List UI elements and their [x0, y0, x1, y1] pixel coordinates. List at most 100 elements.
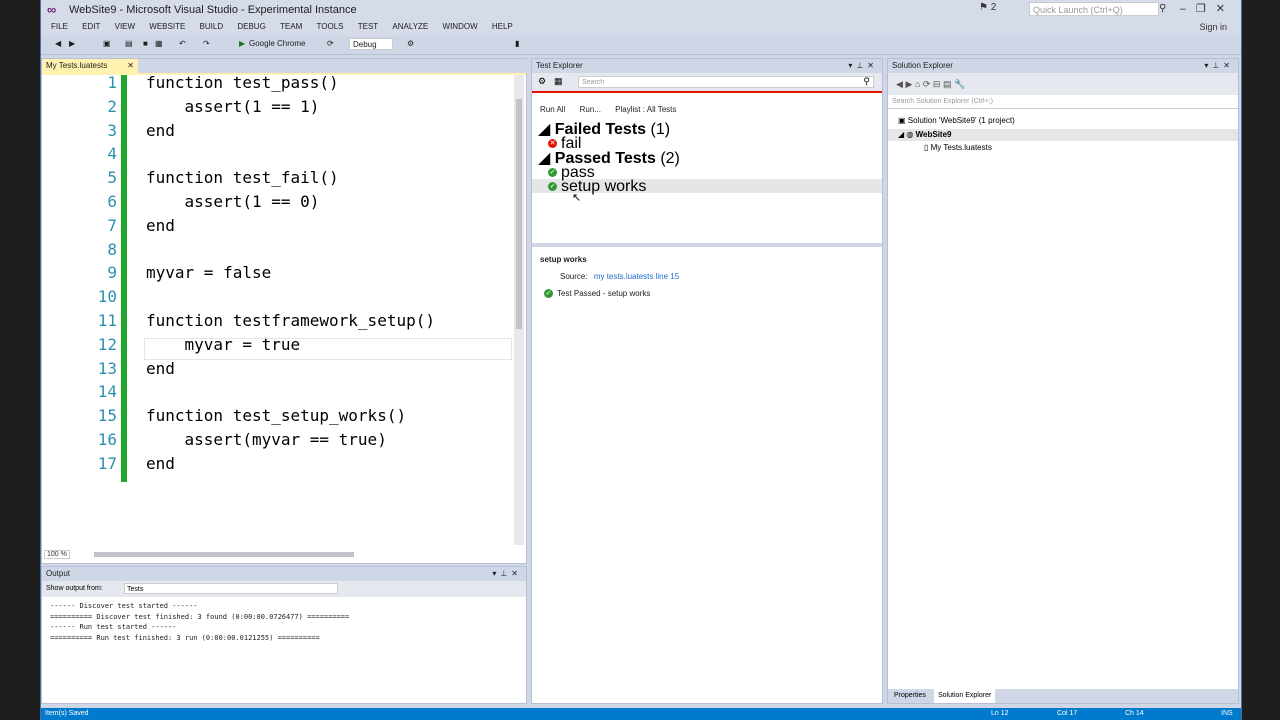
- pin-icon[interactable]: ⊥: [500, 569, 511, 578]
- code-text[interactable]: assert(1 == 0): [146, 190, 320, 214]
- save-icon[interactable]: ■: [143, 39, 148, 48]
- code-line[interactable]: 1 function test_pass(): [42, 71, 512, 95]
- test-item-setup-works[interactable]: ✓ setup works: [548, 179, 646, 195]
- code-area[interactable]: 1 function test_pass() 2 assert(1 == 1) 3 en…: [42, 73, 512, 545]
- group-by-icon[interactable]: ⚙: [538, 76, 546, 87]
- menu-build[interactable]: BUILD: [200, 20, 224, 34]
- save-all-icon[interactable]: ▦: [155, 39, 163, 48]
- menu-team[interactable]: TEAM: [280, 20, 302, 34]
- close-button[interactable]: ✕: [1216, 3, 1235, 15]
- open-file-icon[interactable]: ▤: [125, 39, 133, 48]
- restore-button[interactable]: ❐: [1196, 3, 1216, 15]
- zoom-level-dropdown[interactable]: 100 %: [44, 550, 70, 559]
- code-line[interactable]: 6 assert(1 == 0): [42, 190, 512, 214]
- menu-test[interactable]: TEST: [358, 20, 378, 34]
- code-text[interactable]: end: [146, 452, 175, 476]
- code-line[interactable]: 5 function test_fail(): [42, 166, 512, 190]
- notification-flag-icon[interactable]: ⚑ 2: [979, 2, 996, 13]
- code-line[interactable]: 11 function testframework_setup(): [42, 309, 512, 333]
- code-line[interactable]: 13 end: [42, 357, 512, 381]
- scroll-thumb[interactable]: [516, 99, 522, 329]
- code-line[interactable]: 12 myvar = true: [42, 333, 512, 357]
- refresh-icon[interactable]: ⟳: [327, 39, 334, 48]
- solution-node[interactable]: ▣ Solution 'WebSite9' (1 project): [898, 115, 1015, 127]
- expand-icon[interactable]: ◢: [898, 130, 904, 139]
- menu-edit[interactable]: EDIT: [82, 20, 100, 34]
- undo-icon[interactable]: ↶: [179, 39, 186, 48]
- back-icon[interactable]: ◀: [896, 79, 903, 89]
- run-all-link[interactable]: Run All: [540, 105, 565, 114]
- back-icon[interactable]: ◀: [55, 39, 61, 48]
- code-line[interactable]: 15 function test_setup_works(): [42, 404, 512, 428]
- run-target-dropdown[interactable]: Google Chrome: [249, 39, 305, 48]
- show-all-files-icon[interactable]: ▤: [943, 79, 952, 89]
- code-text[interactable]: function test_fail(): [146, 166, 339, 190]
- code-line[interactable]: 8: [42, 238, 512, 262]
- tab-properties[interactable]: Properties: [890, 689, 930, 703]
- close-icon[interactable]: ✕: [511, 569, 522, 578]
- bookmark-icon[interactable]: ▮: [515, 39, 519, 48]
- collapse-all-icon[interactable]: ⊟: [933, 79, 941, 89]
- search-icon[interactable]: ⚲: [863, 76, 870, 87]
- horizontal-scrollbar[interactable]: [94, 552, 354, 557]
- solution-config-dropdown[interactable]: Debug: [349, 38, 393, 50]
- run-menu-link[interactable]: Run...: [580, 105, 601, 114]
- start-debugging-icon[interactable]: ▶: [239, 39, 245, 48]
- file-node[interactable]: ▯ My Tests.luatests: [924, 142, 992, 154]
- project-node[interactable]: ◢ ◍ WebSite9: [898, 129, 951, 141]
- code-line[interactable]: 17 end: [42, 452, 512, 476]
- menu-file[interactable]: FILE: [51, 20, 68, 34]
- forward-icon[interactable]: ▶: [905, 79, 912, 89]
- code-line[interactable]: 16 assert(myvar == true): [42, 428, 512, 452]
- code-text[interactable]: assert(1 == 1): [146, 95, 320, 119]
- menu-window[interactable]: WINDOW: [443, 20, 478, 34]
- test-search-input[interactable]: Search: [578, 76, 874, 88]
- menu-website[interactable]: WEBSITE: [149, 20, 185, 34]
- close-icon[interactable]: ✕: [1223, 61, 1234, 70]
- menu-help[interactable]: HELP: [492, 20, 513, 34]
- forward-icon[interactable]: ▶: [69, 39, 75, 48]
- code-line[interactable]: 10: [42, 285, 512, 309]
- properties-icon[interactable]: 🔧: [954, 79, 965, 89]
- pin-icon[interactable]: ⊥: [1212, 61, 1223, 70]
- detail-source-link[interactable]: my tests.luatests line 15: [594, 272, 679, 281]
- code-line[interactable]: 3 end: [42, 119, 512, 143]
- code-text[interactable]: end: [146, 357, 175, 381]
- redo-icon[interactable]: ↷: [203, 39, 210, 48]
- code-text[interactable]: function test_setup_works(): [146, 404, 406, 428]
- tab-solution-explorer[interactable]: Solution Explorer: [934, 689, 996, 703]
- code-text[interactable]: assert(myvar == true): [146, 428, 387, 452]
- playlist-dropdown[interactable]: Playlist : All Tests: [615, 105, 676, 114]
- code-line[interactable]: 7 end: [42, 214, 512, 238]
- code-line[interactable]: 14: [42, 380, 512, 404]
- code-text[interactable]: function test_pass(): [146, 71, 339, 95]
- output-text[interactable]: ------ Discover test started ------ ====…: [50, 601, 349, 643]
- code-line[interactable]: 2 assert(1 == 1): [42, 95, 512, 119]
- menu-tools[interactable]: TOOLS: [317, 20, 344, 34]
- splitter[interactable]: [532, 243, 882, 247]
- code-text[interactable]: myvar = true: [146, 333, 301, 357]
- pin-icon[interactable]: ⊥: [856, 61, 867, 70]
- code-line[interactable]: 4: [42, 142, 512, 166]
- vertical-scrollbar[interactable]: [514, 75, 524, 545]
- code-text[interactable]: function testframework_setup(): [146, 309, 435, 333]
- code-text[interactable]: end: [146, 214, 175, 238]
- new-project-icon[interactable]: ▣: [103, 39, 111, 48]
- browser-link-icon[interactable]: ⚙: [407, 39, 414, 48]
- test-item-fail[interactable]: ✕ fail: [548, 136, 581, 152]
- output-source-select[interactable]: Tests: [124, 583, 338, 594]
- quick-launch-input[interactable]: Quick Launch (Ctrl+Q): [1029, 2, 1159, 16]
- code-text[interactable]: myvar = false: [146, 261, 271, 285]
- menu-analyze[interactable]: ANALYZE: [392, 20, 428, 34]
- passed-tests-group[interactable]: ◢ Passed Tests (2): [538, 151, 680, 167]
- filter-icon[interactable]: ▦: [554, 76, 563, 87]
- close-icon[interactable]: ✕: [867, 61, 878, 70]
- minimize-button[interactable]: –: [1180, 3, 1196, 15]
- sign-in-link[interactable]: Sign in: [1199, 22, 1227, 32]
- collapse-icon[interactable]: ◢: [538, 121, 550, 138]
- code-text[interactable]: end: [146, 119, 175, 143]
- solution-search-input[interactable]: Search Solution Explorer (Ctrl+;): [888, 95, 1238, 109]
- failed-tests-group[interactable]: ◢ Failed Tests (1): [538, 121, 670, 138]
- code-line[interactable]: 9 myvar = false: [42, 261, 512, 285]
- menu-debug[interactable]: DEBUG: [237, 20, 265, 34]
